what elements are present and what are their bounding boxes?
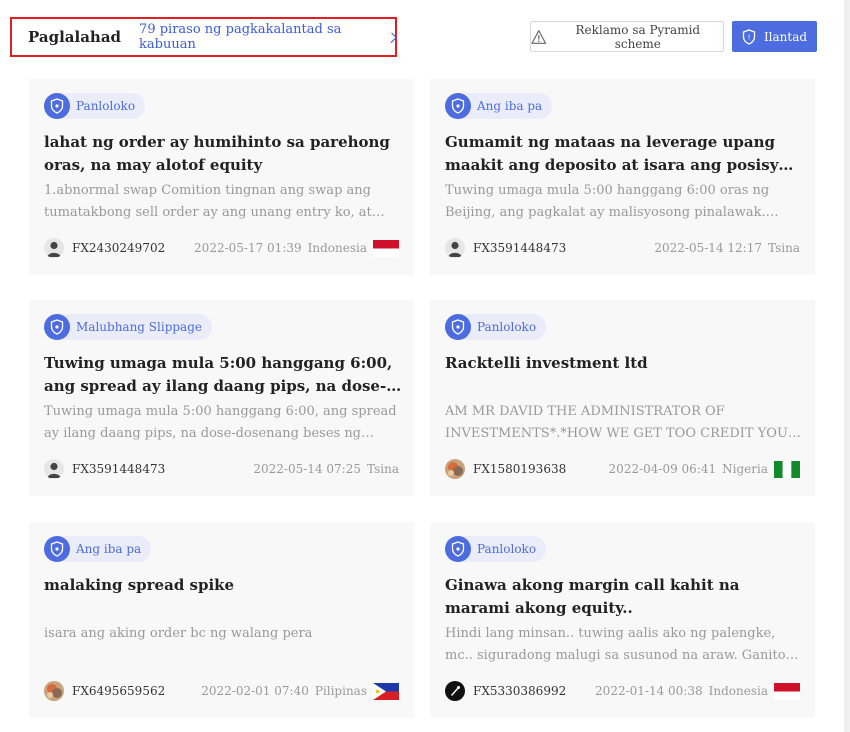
card-meta: 2022-02-01 07:40 Pilipinas: [201, 682, 399, 700]
philippines-flag-icon: [373, 682, 399, 700]
expose-label: Ilantad: [763, 29, 808, 44]
card-title[interactable]: Tuwing umaga mula 5:00 hanggang 6:00, an…: [44, 352, 402, 398]
post-date: 2022-04-09 06:41: [608, 462, 717, 476]
category-tag: Panloloko: [445, 536, 547, 562]
category-label: Panloloko: [76, 99, 136, 113]
exposure-card[interactable]: Ang iba pa Gumamit ng mataas na leverage…: [430, 79, 815, 275]
chevron-right-icon: [385, 32, 397, 43]
card-meta: 2022-04-09 06:41 Nigeria: [608, 460, 800, 478]
card-footer: FX6495659562 2022-02-01 07:40 Pilipinas: [44, 680, 399, 702]
total-exposures-link[interactable]: 79 piraso ng pagkakalantad sa kabuuan: [139, 22, 397, 52]
shield-badge-icon: [445, 314, 471, 340]
default-user-icon[interactable]: [44, 238, 64, 258]
category-tag: Panloloko: [44, 93, 146, 119]
category-label: Malubhang Slippage: [76, 320, 202, 334]
exposure-card[interactable]: Panloloko Ginawa akong margin call kahit…: [430, 522, 815, 718]
shield-badge-icon: [445, 536, 471, 562]
exposure-card[interactable]: Malubhang Slippage Tuwing umaga mula 5:0…: [29, 300, 414, 496]
country-name: Tsina: [767, 241, 800, 255]
card-meta: 2022-05-17 01:39 Indonesia: [194, 239, 399, 257]
shield-badge-icon: [445, 93, 471, 119]
card-meta: 2022-05-14 12:17 Tsina: [654, 241, 800, 255]
exposure-title-box: Paglalahad 79 piraso ng pagkakalantad sa…: [10, 17, 397, 57]
exposure-card[interactable]: Panloloko Racktelli investment ltd AM MR…: [430, 300, 815, 496]
section-title: Paglalahad: [28, 28, 122, 46]
shield-badge-icon: [44, 536, 70, 562]
card-title[interactable]: lahat ng order ay humihinto sa parehong …: [44, 131, 402, 177]
card-footer: FX1580193638 2022-04-09 06:41 Nigeria: [445, 458, 800, 480]
exposure-card[interactable]: Ang iba pa malaking spread spike isara a…: [29, 522, 414, 718]
category-label: Panloloko: [477, 320, 537, 334]
card-title[interactable]: Racktelli investment ltd: [445, 352, 803, 375]
user-id[interactable]: FX6495659562: [72, 684, 165, 698]
country-name: Pilipinas: [314, 684, 367, 698]
shield-badge-icon: [44, 93, 70, 119]
post-date: 2022-01-14 00:38: [595, 684, 703, 698]
category-tag: Malubhang Slippage: [44, 314, 212, 340]
pyramid-report-label: Reklamo sa Pyramid scheme: [575, 22, 701, 51]
indonesia-flag-icon: [373, 239, 399, 257]
user-id[interactable]: FX1580193638: [473, 462, 566, 476]
shield-badge-icon: [44, 314, 70, 340]
nigeria-flag-icon: [774, 460, 800, 478]
card-footer: FX3591448473 2022-05-14 12:17 Tsina: [445, 237, 800, 259]
card-footer: FX5330386992 2022-01-14 00:38 Indonesia: [445, 680, 800, 702]
warning-icon: [531, 29, 547, 44]
country-name: Indonesia: [307, 241, 367, 255]
svg-text:!: !: [748, 33, 751, 41]
post-date: 2022-05-14 07:25: [253, 462, 361, 476]
photo-avatar-icon[interactable]: [445, 459, 465, 479]
card-footer: FX2430249702 2022-05-17 01:39 Indonesia: [44, 237, 399, 259]
card-description: Hindi lang minsan.. tuwing aalis ako ng …: [445, 626, 786, 663]
page-header: Paglalahad 79 piraso ng pagkakalantad sa…: [0, 0, 850, 70]
user-id[interactable]: FX5330386992: [473, 684, 566, 698]
category-label: Ang iba pa: [477, 99, 543, 113]
post-date: 2022-05-17 01:39: [194, 241, 302, 255]
card-description: Tuwing umaga mula 5:00 hanggang 6:00, an…: [44, 404, 397, 441]
photo-avatar-icon[interactable]: [44, 681, 64, 701]
user-id[interactable]: FX3591448473: [72, 462, 165, 476]
pyramid-report-button[interactable]: Reklamo sa Pyramid scheme: [530, 21, 724, 52]
card-meta: 2022-05-14 07:25 Tsina: [253, 462, 399, 476]
user-id[interactable]: FX2430249702: [72, 241, 165, 255]
default-user-icon[interactable]: [44, 459, 64, 479]
indonesia-flag-icon: [774, 682, 800, 700]
category-tag: Ang iba pa: [445, 93, 553, 119]
exposure-card[interactable]: Panloloko lahat ng order ay humihinto sa…: [29, 79, 414, 275]
shield-icon: !: [742, 28, 756, 45]
default-user-icon[interactable]: [445, 238, 465, 258]
category-label: Ang iba pa: [76, 542, 142, 556]
category-tag: Ang iba pa: [44, 536, 152, 562]
country-name: Tsina: [366, 462, 399, 476]
category-tag: Panloloko: [445, 314, 547, 340]
total-exposures-text: 79 piraso ng pagkakalantad sa kabuuan: [139, 22, 342, 52]
card-title[interactable]: Ginawa akong margin call kahit na marami…: [445, 574, 803, 620]
user-id[interactable]: FX3591448473: [473, 241, 566, 255]
country-name: Indonesia: [708, 684, 768, 698]
category-label: Panloloko: [477, 542, 537, 556]
card-title[interactable]: malaking spread spike: [44, 574, 402, 597]
card-description: isara ang aking order bc ng walang pera: [44, 626, 313, 641]
card-meta: 2022-01-14 00:38 Indonesia: [595, 682, 800, 700]
card-description: Tuwing umaga mula 5:00 hanggang 6:00 ora…: [445, 183, 770, 220]
expose-button[interactable]: ! Ilantad: [732, 21, 817, 52]
card-description: 1.abnormal swap Comition tingnan ang swa…: [44, 183, 385, 220]
post-date: 2022-02-01 07:40: [201, 684, 309, 698]
page-scrollbar[interactable]: [844, 0, 850, 732]
card-footer: FX3591448473 2022-05-14 07:25 Tsina: [44, 458, 399, 480]
card-description: AM MR DAVID THE ADMINISTRATOR OF INVESTM…: [445, 404, 801, 441]
country-name: Nigeria: [722, 462, 768, 476]
post-date: 2022-05-14 12:17: [654, 241, 762, 255]
black-avatar-icon[interactable]: [445, 681, 465, 701]
card-title[interactable]: Gumamit ng mataas na leverage upang maak…: [445, 131, 803, 177]
